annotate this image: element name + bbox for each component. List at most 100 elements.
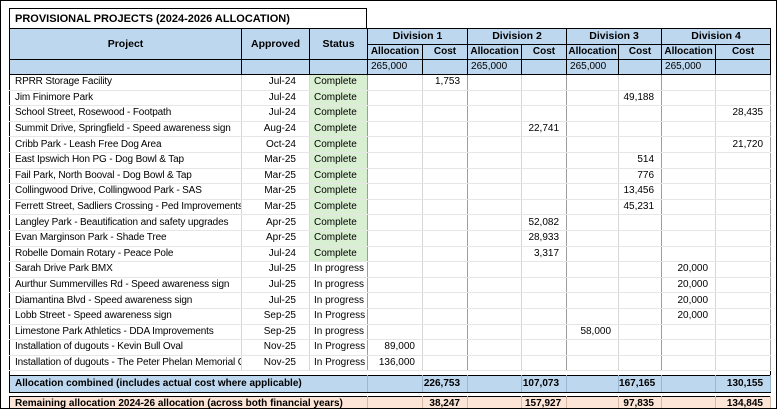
column-header-division-2[interactable]: Division 2 [467,28,568,45]
allocation-cell[interactable] [367,105,423,122]
column-header-division-1[interactable]: Division 1 [366,28,469,45]
combined-allocation-cell[interactable] [367,375,423,394]
cost-cell[interactable]: 514 [618,152,663,169]
cost-cell[interactable] [422,246,469,263]
cost-cell[interactable]: 45,231 [618,199,663,216]
status-cell[interactable]: Complete [309,121,368,138]
allocation-cell[interactable] [566,74,620,91]
cost-cell[interactable] [715,168,772,185]
combined-allocation-cell[interactable] [566,375,620,394]
cost-cell[interactable] [715,324,772,341]
allocation-cell[interactable] [467,214,523,231]
blank-header-cell[interactable] [241,59,310,75]
cost-cell[interactable] [618,308,663,325]
approved-date-cell[interactable]: Mar-25 [241,152,310,169]
allocation-cell[interactable] [661,199,717,216]
allocation-cell[interactable] [661,339,717,356]
cost-cell[interactable] [422,230,469,247]
subheader-cost-1[interactable]: Cost [421,44,469,60]
cost-cell[interactable]: 776 [618,168,663,185]
subheader-cost-4[interactable]: Cost [715,44,772,60]
project-name-cell[interactable]: Evan Marginson Park - Shade Tree [9,230,242,247]
cost-cell[interactable] [618,74,663,91]
cost-cell[interactable] [521,324,568,341]
allocation-cell[interactable] [467,339,523,356]
cost-cell[interactable]: 1,753 [422,74,469,91]
allocation-cell[interactable] [566,308,620,325]
project-name-cell[interactable]: Installation of dugouts - The Peter Phel… [9,355,242,372]
subheader-allocation-4[interactable]: Allocation [661,44,717,60]
allocation-cell[interactable] [661,74,717,91]
cost-cell[interactable] [521,339,568,356]
remaining-allocation-cell[interactable] [661,396,716,408]
status-cell[interactable]: In progress [309,277,368,294]
allocation-cell[interactable] [661,90,717,107]
column-header-status[interactable]: Status [309,28,368,60]
cost-cell[interactable] [715,292,772,309]
remaining-allocation-cell[interactable] [566,396,619,408]
allocation-cell[interactable] [467,74,523,91]
allocation-cell[interactable]: 20,000 [661,292,717,309]
allocation-cell[interactable] [367,230,423,247]
cost-cell[interactable] [715,199,772,216]
allocation-cell[interactable] [566,339,620,356]
blank-header-cell[interactable] [309,59,368,75]
allocation-cell[interactable] [566,277,620,294]
allocation-cell[interactable] [467,230,523,247]
allocation-cell[interactable] [467,324,523,341]
column-header-approved[interactable]: Approved [241,28,310,60]
allocation-cell[interactable] [661,214,717,231]
cost-cell[interactable] [715,246,772,263]
cost-cell[interactable] [715,261,772,278]
allocation-cell[interactable] [566,90,620,107]
status-cell[interactable]: Complete [309,152,368,169]
project-name-cell[interactable]: Collingwood Drive, Collingwood Park - SA… [9,183,242,200]
cost-cell[interactable] [521,199,568,216]
allocation-cell[interactable] [566,152,620,169]
status-cell[interactable]: In Progress [309,355,368,372]
combined-allocation-cell[interactable] [661,375,717,394]
column-header-project[interactable]: Project [9,28,242,60]
column-header-division-3[interactable]: Division 3 [566,28,663,45]
cost-cell[interactable] [422,121,469,138]
project-name-cell[interactable]: Lobb Street - Speed awareness sign [9,308,242,325]
cost-cell[interactable] [618,339,663,356]
cost-cell[interactable] [521,105,568,122]
combined-cost-cell[interactable]: 107,073 [521,375,568,394]
cost-cell[interactable] [422,183,469,200]
cost-cell[interactable]: 28,933 [521,230,568,247]
cost-cell[interactable] [521,261,568,278]
remaining-allocation-cell[interactable] [367,396,423,408]
cost-cell[interactable]: 52,082 [521,214,568,231]
approved-date-cell[interactable]: Nov-25 [241,355,310,372]
status-cell[interactable]: Complete [309,246,368,263]
allocation-cell[interactable] [467,199,523,216]
approved-date-cell[interactable]: Nov-25 [241,339,310,356]
approved-date-cell[interactable]: Aug-24 [241,121,310,138]
cost-cell[interactable] [422,90,469,107]
combined-cost-cell[interactable]: 130,155 [715,375,772,394]
allocation-cell[interactable] [467,121,523,138]
allocation-cell[interactable] [661,230,717,247]
project-name-cell[interactable]: Aurthur Summervilles Rd - Speed awarenes… [9,277,242,294]
project-name-cell[interactable]: RPRR Storage Facility [9,74,242,91]
approved-date-cell[interactable]: Mar-25 [241,168,310,185]
allocation-cell[interactable] [367,136,423,153]
subheader-allocation-1[interactable]: Allocation [367,44,423,60]
project-name-cell[interactable]: Langley Park - Beautification and safety… [9,214,242,231]
cost-cell[interactable] [521,74,568,91]
remaining-allocation-label[interactable]: Remaining allocation 2024-26 allocation … [9,396,368,408]
cost-cell[interactable] [422,105,469,122]
allocation-cell[interactable] [367,277,423,294]
cost-cell[interactable] [715,308,772,325]
cost-cell[interactable] [422,277,469,294]
allocation-cell[interactable] [661,246,717,263]
approved-date-cell[interactable]: Jul-24 [241,74,310,91]
status-cell[interactable]: Complete [309,214,368,231]
status-cell[interactable]: Complete [309,199,368,216]
allocation-cell[interactable] [367,121,423,138]
cost-cell[interactable] [422,168,469,185]
cost-cell[interactable] [521,183,568,200]
cost-cell[interactable] [715,183,772,200]
remaining-cost-cell[interactable]: 134,845 [715,396,771,408]
